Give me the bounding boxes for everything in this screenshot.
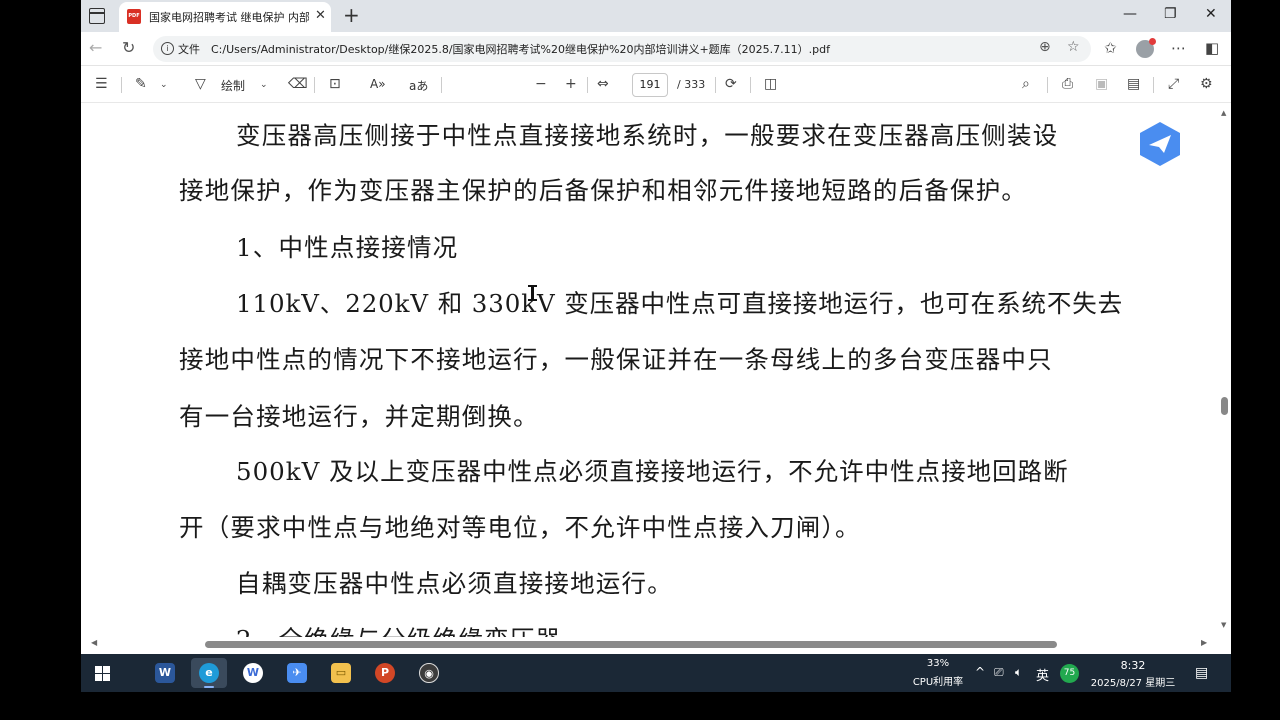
wps-app-icon[interactable]: W: [235, 658, 271, 688]
zoom-icon[interactable]: ⊕: [1039, 39, 1051, 55]
favorite-icon[interactable]: ☆: [1067, 39, 1080, 55]
doc-line: 变压器高压侧接于中性点直接接地系统时，一般要求在变压器高压侧装设: [236, 121, 1059, 150]
profile-avatar[interactable]: [1136, 38, 1156, 58]
rotate-icon[interactable]: ⟳: [725, 76, 737, 92]
search-icon[interactable]: ⌕: [1022, 76, 1030, 92]
sidebar-icon[interactable]: ◧: [1205, 39, 1219, 57]
word-app-icon[interactable]: W: [147, 658, 183, 688]
page-number-input[interactable]: 191: [632, 73, 668, 97]
clock-time[interactable]: 8:32: [1103, 659, 1163, 672]
network-icon[interactable]: ⎚: [994, 665, 1004, 680]
taskbar: W e W ✈ ▭ P ◉ 33% CPU利用率 ^ ⎚ 🔈︎ 英 75 8:3…: [81, 654, 1231, 692]
tab-close-button[interactable]: ✕: [315, 8, 326, 23]
favorites-list-icon[interactable]: ✩: [1104, 39, 1117, 57]
close-window-button[interactable]: ✕: [1205, 6, 1217, 22]
draw-icon[interactable]: ▽: [195, 76, 206, 92]
fit-width-icon[interactable]: ⇔: [597, 76, 609, 92]
horizontal-scroll-thumb[interactable]: [205, 641, 1057, 648]
cpu-usage-value: 33%: [926, 658, 950, 669]
new-tab-button[interactable]: +: [343, 3, 360, 27]
maximize-button[interactable]: ❐: [1164, 6, 1177, 22]
page-total: / 333: [677, 78, 706, 91]
vertical-scroll-thumb[interactable]: [1221, 397, 1228, 415]
divider: [715, 77, 716, 93]
scroll-up-icon[interactable]: ▲: [1221, 109, 1226, 117]
url-box[interactable]: i 文件 C:/Users/Administrator/Desktop/继保20…: [153, 36, 1091, 62]
back-icon[interactable]: ←: [89, 38, 102, 57]
more-icon[interactable]: ⋯: [1171, 39, 1186, 57]
divider: [750, 77, 751, 93]
fullscreen-icon[interactable]: ⤢: [1168, 76, 1179, 92]
contents-icon[interactable]: ☰: [95, 76, 108, 92]
url-text[interactable]: C:/Users/Administrator/Desktop/继保2025.8/…: [211, 41, 830, 57]
eraser-icon[interactable]: ⌫: [288, 76, 308, 92]
cpu-usage-label: CPU利用率: [912, 677, 964, 688]
scroll-right-icon[interactable]: ▶: [1201, 638, 1207, 647]
notification-icon[interactable]: ▤: [1195, 665, 1208, 681]
doc-line: 接地保护，作为变压器主保护的后备保护和相邻元件接地短路的后备保护。: [179, 176, 1028, 205]
powerpoint-app-icon[interactable]: P: [367, 658, 403, 688]
doc-line: 自耦变压器中性点必须直接接地运行。: [236, 569, 673, 598]
doc-line: 110kV、220kV 和 330kV 变压器中性点可直接接地运行，也可在系统不…: [236, 289, 1124, 318]
obs-app-icon[interactable]: ◉: [411, 658, 447, 688]
browser-window: PDF 国家电网招聘考试 继电保护 内部培训讲义+题库 ✕ + — ❐ ✕ ← …: [81, 0, 1231, 692]
info-icon[interactable]: i: [161, 42, 174, 55]
divider: [121, 77, 122, 93]
chevron-down-icon[interactable]: ⌄: [160, 80, 168, 90]
chevron-up-icon[interactable]: ^: [975, 665, 985, 679]
tab-title: 国家电网招聘考试 继电保护 内部培训讲义+题库: [149, 11, 309, 24]
start-icon[interactable]: [95, 666, 110, 681]
security-badge[interactable]: 75: [1060, 664, 1079, 683]
doc-heading: 1、中性点接接情况: [236, 233, 459, 262]
save-as-icon[interactable]: ▤: [1127, 76, 1140, 92]
doc-line: 500kV 及以上变压器中性点必须直接接地运行，不允许中性点接地回路断: [236, 457, 1069, 486]
zoom-out-button[interactable]: −: [535, 76, 547, 92]
volume-icon[interactable]: 🔈︎: [1015, 665, 1022, 680]
save-icon[interactable]: ▣: [1095, 76, 1108, 92]
divider: [1153, 77, 1154, 93]
divider: [314, 77, 315, 93]
minimize-button[interactable]: —: [1123, 6, 1137, 22]
file-label: 文件: [178, 43, 200, 56]
read-aloud-icon[interactable]: A»: [370, 77, 386, 91]
highlight-icon[interactable]: ✎: [135, 76, 147, 92]
horizontal-scrollbar[interactable]: ◀ ▶: [81, 637, 1231, 654]
doc-line: 接地中性点的情况下不接地运行，一般保证并在一条母线上的多台变压器中只: [179, 345, 1053, 374]
chevron-down-icon[interactable]: ⌄: [260, 80, 268, 90]
pdf-page: 变压器高压侧接于中性点直接接地系统时，一般要求在变压器高压侧装设 接地保护，作为…: [81, 103, 1218, 637]
file-explorer-icon[interactable]: ▭: [323, 658, 359, 688]
tab-pdf[interactable]: PDF 国家电网招聘考试 继电保护 内部培训讲义+题库 ✕: [119, 2, 331, 32]
divider: [1047, 77, 1048, 93]
translate-icon[interactable]: aあ: [409, 77, 428, 94]
divider: [587, 77, 588, 93]
divider: [441, 77, 442, 93]
address-bar: ← ↻ i 文件 C:/Users/Administrator/Desktop/…: [81, 32, 1231, 66]
pdf-toolbar: ☰ ✎ ⌄ ▽ 绘制 ⌄ ⌫ ⊡ A» aあ − + ⇔ 191 / 333 ⟳…: [81, 67, 1231, 103]
draw-label[interactable]: 绘制: [221, 77, 245, 94]
doc-heading: 2、全绝缘与分级绝缘变压器: [236, 621, 561, 637]
scroll-left-icon[interactable]: ◀: [91, 638, 97, 647]
ime-indicator[interactable]: 英: [1036, 665, 1049, 684]
refresh-icon[interactable]: ↻: [122, 38, 135, 57]
doc-line: 有一台接地运行，并定期倒换。: [179, 402, 539, 431]
settings-gear-icon[interactable]: ⚙: [1200, 76, 1213, 92]
zoom-in-button[interactable]: +: [565, 76, 577, 92]
print-icon[interactable]: ⎙: [1062, 76, 1073, 92]
floating-assistant-icon[interactable]: [1137, 120, 1183, 168]
page-view-icon[interactable]: ◫: [764, 76, 777, 92]
feishu-app-icon[interactable]: ✈: [279, 658, 315, 688]
clock-date[interactable]: 2025/8/27 星期三: [1087, 674, 1179, 689]
tab-bar: PDF 国家电网招聘考试 继电保护 内部培训讲义+题库 ✕ + — ❐ ✕: [81, 0, 1231, 32]
vertical-scrollbar[interactable]: ▲ ▼: [1218, 103, 1231, 637]
pdf-file-icon: PDF: [127, 9, 141, 24]
text-cursor-icon: [528, 285, 537, 301]
window-menu-icon[interactable]: [89, 8, 105, 24]
scroll-down-icon[interactable]: ▼: [1221, 621, 1226, 629]
doc-line: 开（要求中性点与地绝对等电位，不允许中性点接入刀闸）。: [179, 513, 861, 542]
text-box-icon[interactable]: ⊡: [329, 76, 341, 92]
edge-app-icon[interactable]: e: [191, 658, 227, 688]
